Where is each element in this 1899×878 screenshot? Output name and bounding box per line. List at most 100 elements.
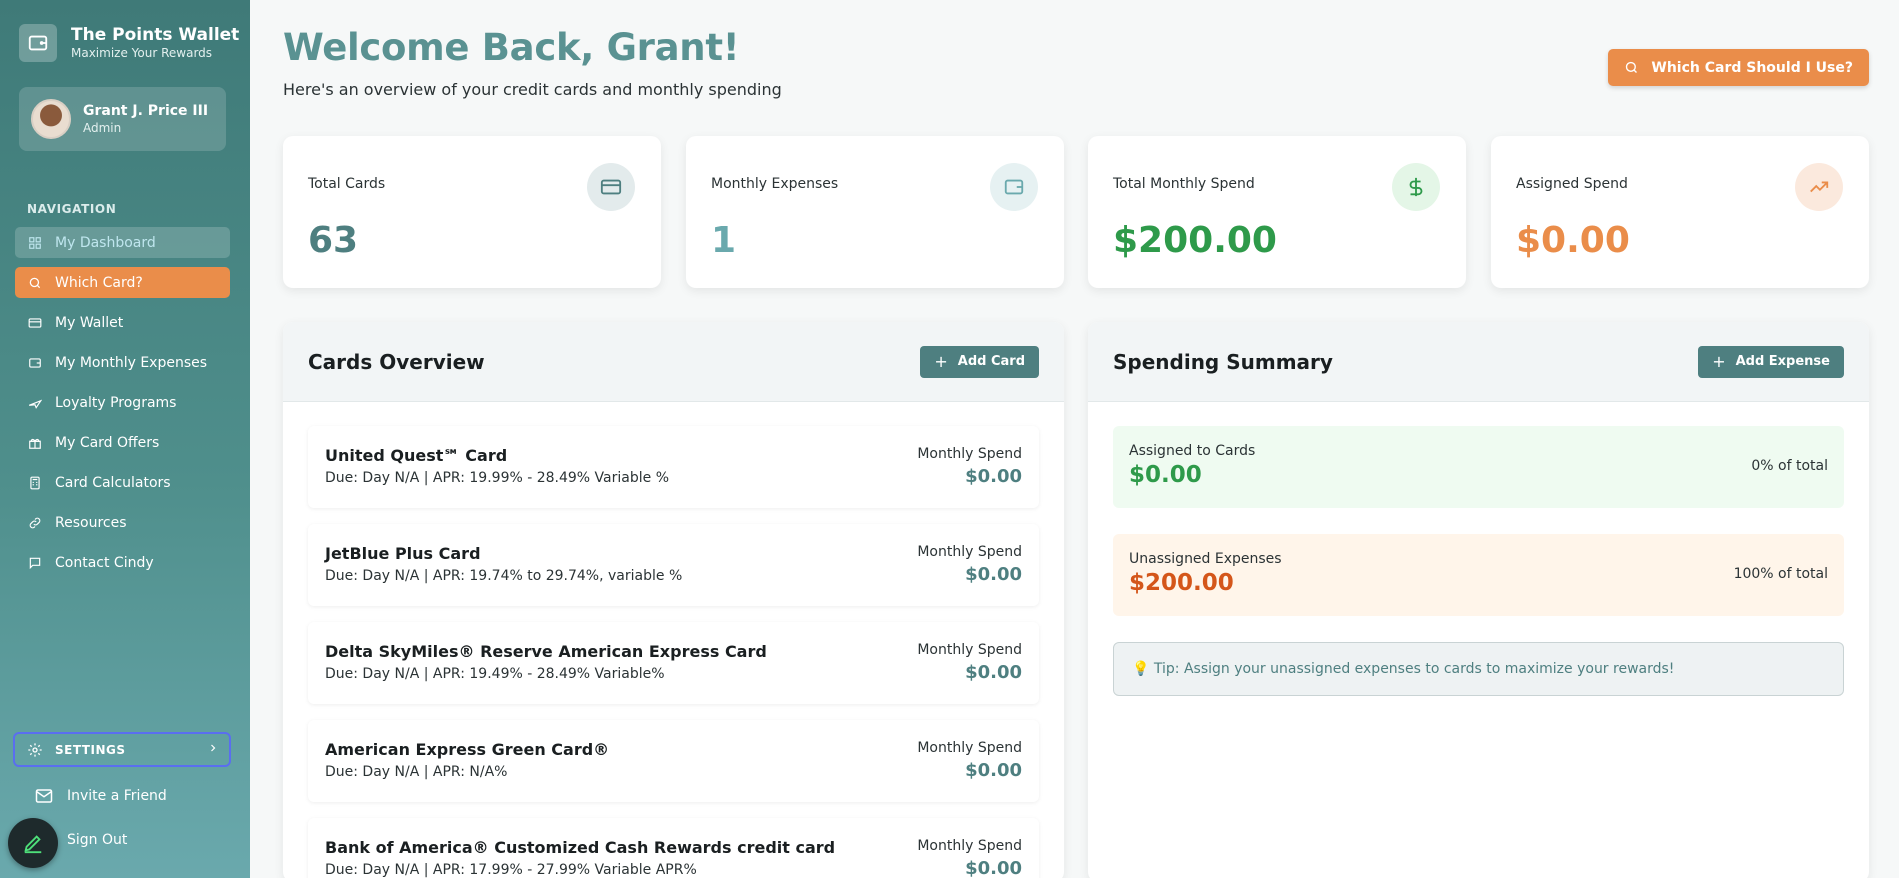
add-card-label: Add Card bbox=[957, 354, 1025, 369]
card-name: Delta SkyMiles® Reserve American Express… bbox=[325, 642, 767, 661]
stat-label: Assigned Spend bbox=[1516, 176, 1628, 192]
invite-label: Invite a Friend bbox=[67, 788, 167, 804]
add-expense-button[interactable]: + Add Expense bbox=[1698, 345, 1844, 378]
user-card[interactable]: Grant J. Price III Admin bbox=[19, 87, 226, 151]
sidebar-item-label: Card Calculators bbox=[55, 474, 171, 491]
sign-out-button[interactable]: Sign Out bbox=[67, 832, 127, 848]
avatar bbox=[31, 99, 71, 139]
unassigned-summary: Unassigned Expenses $200.00 100% of tota… bbox=[1113, 534, 1844, 616]
sidebar-nav: My Dashboard Which Card? My Wallet My Mo… bbox=[15, 227, 230, 587]
sidebar-item-contact-cindy[interactable]: Contact Cindy bbox=[15, 547, 230, 578]
stat-assigned-spend: Assigned Spend $0.00 bbox=[1491, 136, 1869, 288]
sidebar-item-label: Contact Cindy bbox=[55, 554, 154, 571]
sidebar-item-label: My Monthly Expenses bbox=[55, 354, 208, 371]
wallet-logo-icon bbox=[19, 24, 57, 62]
stat-total-cards: Total Cards 63 bbox=[283, 136, 661, 288]
stat-total-monthly-spend: Total Monthly Spend $200.00 bbox=[1088, 136, 1466, 288]
card-row[interactable]: Bank of America® Customized Cash Rewards… bbox=[308, 818, 1039, 878]
chevron-right-icon bbox=[207, 742, 219, 757]
card-meta: Due: Day N/A | APR: 19.74% to 29.74%, va… bbox=[325, 568, 683, 584]
stat-value: $200.00 bbox=[1113, 220, 1277, 261]
main-content: Welcome Back, Grant! Here's an overview … bbox=[250, 0, 1899, 878]
which-card-label: Which Card Should I Use? bbox=[1651, 59, 1853, 76]
nav-heading: NAVIGATION bbox=[27, 202, 117, 216]
card-row[interactable]: JetBlue Plus Card Due: Day N/A | APR: 19… bbox=[308, 524, 1039, 606]
spending-summary-panel: Spending Summary + Add Expense Assigned … bbox=[1088, 322, 1869, 878]
page-title: Welcome Back, Grant! bbox=[283, 26, 740, 69]
sidebar-item-label: Resources bbox=[55, 514, 127, 531]
unassigned-value: $200.00 bbox=[1129, 570, 1234, 596]
brand[interactable]: The Points Wallet Maximize Your Rewards bbox=[19, 24, 239, 62]
card-row[interactable]: Delta SkyMiles® Reserve American Express… bbox=[308, 622, 1039, 704]
sidebar-item-label: My Card Offers bbox=[55, 434, 160, 451]
assigned-label: Assigned to Cards bbox=[1129, 443, 1256, 459]
gift-icon bbox=[27, 435, 43, 451]
card-row[interactable]: American Express Green Card® Due: Day N/… bbox=[308, 720, 1039, 802]
link-icon bbox=[27, 515, 43, 531]
sidebar-item-loyalty-programs[interactable]: Loyalty Programs bbox=[15, 387, 230, 418]
sidebar: The Points Wallet Maximize Your Rewards … bbox=[0, 0, 250, 878]
settings-button[interactable]: SETTINGS bbox=[13, 732, 231, 767]
edit-pen-button[interactable] bbox=[8, 818, 58, 868]
invite-friend-button[interactable]: Invite a Friend bbox=[34, 788, 167, 804]
assigned-percent: 0% of total bbox=[1751, 458, 1828, 474]
which-card-button[interactable]: Which Card Should I Use? bbox=[1608, 49, 1869, 86]
stat-value: 63 bbox=[308, 220, 359, 261]
card-spend-label: Monthly Spend bbox=[917, 544, 1022, 560]
add-expense-label: Add Expense bbox=[1735, 354, 1830, 369]
plane-icon bbox=[27, 395, 43, 411]
brand-title: The Points Wallet bbox=[71, 25, 240, 45]
sidebar-item-label: My Wallet bbox=[55, 314, 124, 331]
spending-summary-title: Spending Summary bbox=[1113, 349, 1333, 374]
sidebar-item-label: My Dashboard bbox=[55, 234, 156, 251]
card-spend-label: Monthly Spend bbox=[917, 642, 1022, 658]
settings-label: SETTINGS bbox=[55, 742, 126, 757]
page-subtitle: Here's an overview of your credit cards … bbox=[283, 80, 782, 99]
tip-banner: 💡 Tip: Assign your unassigned expenses t… bbox=[1113, 642, 1844, 696]
sidebar-item-label: Which Card? bbox=[55, 274, 143, 291]
sidebar-item-monthly-expenses[interactable]: My Monthly Expenses bbox=[15, 347, 230, 378]
sidebar-item-resources[interactable]: Resources bbox=[15, 507, 230, 538]
card-row[interactable]: United Quest℠ Card Due: Day N/A | APR: 1… bbox=[308, 426, 1039, 508]
stat-label: Monthly Expenses bbox=[711, 176, 839, 192]
mail-icon bbox=[34, 788, 54, 804]
stat-monthly-expenses: Monthly Expenses 1 bbox=[686, 136, 1064, 288]
card-spend: $0.00 bbox=[965, 760, 1022, 781]
plus-icon: + bbox=[1712, 352, 1726, 371]
sidebar-item-label: Loyalty Programs bbox=[55, 394, 177, 411]
sidebar-item-dashboard[interactable]: My Dashboard bbox=[15, 227, 230, 258]
user-name: Grant J. Price III bbox=[83, 103, 209, 119]
card-meta: Due: Day N/A | APR: 19.99% - 28.49% Vari… bbox=[325, 470, 669, 486]
credit-card-icon bbox=[587, 163, 635, 211]
calculator-icon bbox=[27, 475, 43, 491]
card-meta: Due: Day N/A | APR: N/A% bbox=[325, 764, 508, 780]
card-spend: $0.00 bbox=[965, 858, 1022, 878]
cards-overview-panel: Cards Overview + Add Card United Quest℠ … bbox=[283, 322, 1064, 878]
sidebar-item-which-card[interactable]: Which Card? bbox=[15, 267, 230, 298]
card-name: United Quest℠ Card bbox=[325, 446, 508, 465]
card-meta: Due: Day N/A | APR: 17.99% - 27.99% Vari… bbox=[325, 862, 697, 878]
sidebar-item-card-calculators[interactable]: Card Calculators bbox=[15, 467, 230, 498]
card-meta: Due: Day N/A | APR: 19.49% - 28.49% Vari… bbox=[325, 666, 665, 682]
search-icon bbox=[27, 275, 43, 291]
card-name: Bank of America® Customized Cash Rewards… bbox=[325, 838, 836, 857]
card-spend-label: Monthly Spend bbox=[917, 838, 1022, 854]
add-card-button[interactable]: + Add Card bbox=[920, 345, 1039, 378]
card-spend-label: Monthly Spend bbox=[917, 740, 1022, 756]
sidebar-item-card-offers[interactable]: My Card Offers bbox=[15, 427, 230, 458]
stat-label: Total Monthly Spend bbox=[1113, 176, 1255, 192]
message-icon bbox=[27, 555, 43, 571]
sidebar-item-wallet[interactable]: My Wallet bbox=[15, 307, 230, 338]
stat-value: 1 bbox=[711, 220, 737, 261]
assigned-summary: Assigned to Cards $0.00 0% of total bbox=[1113, 426, 1844, 508]
unassigned-label: Unassigned Expenses bbox=[1129, 551, 1282, 567]
stat-value: $0.00 bbox=[1516, 220, 1630, 261]
card-name: American Express Green Card® bbox=[325, 740, 610, 759]
card-spend: $0.00 bbox=[965, 466, 1022, 487]
assigned-value: $0.00 bbox=[1129, 462, 1202, 488]
dollar-icon bbox=[1392, 163, 1440, 211]
gear-icon bbox=[27, 742, 43, 758]
card-spend: $0.00 bbox=[965, 564, 1022, 585]
card-spend-label: Monthly Spend bbox=[917, 446, 1022, 462]
search-icon bbox=[1624, 60, 1639, 75]
